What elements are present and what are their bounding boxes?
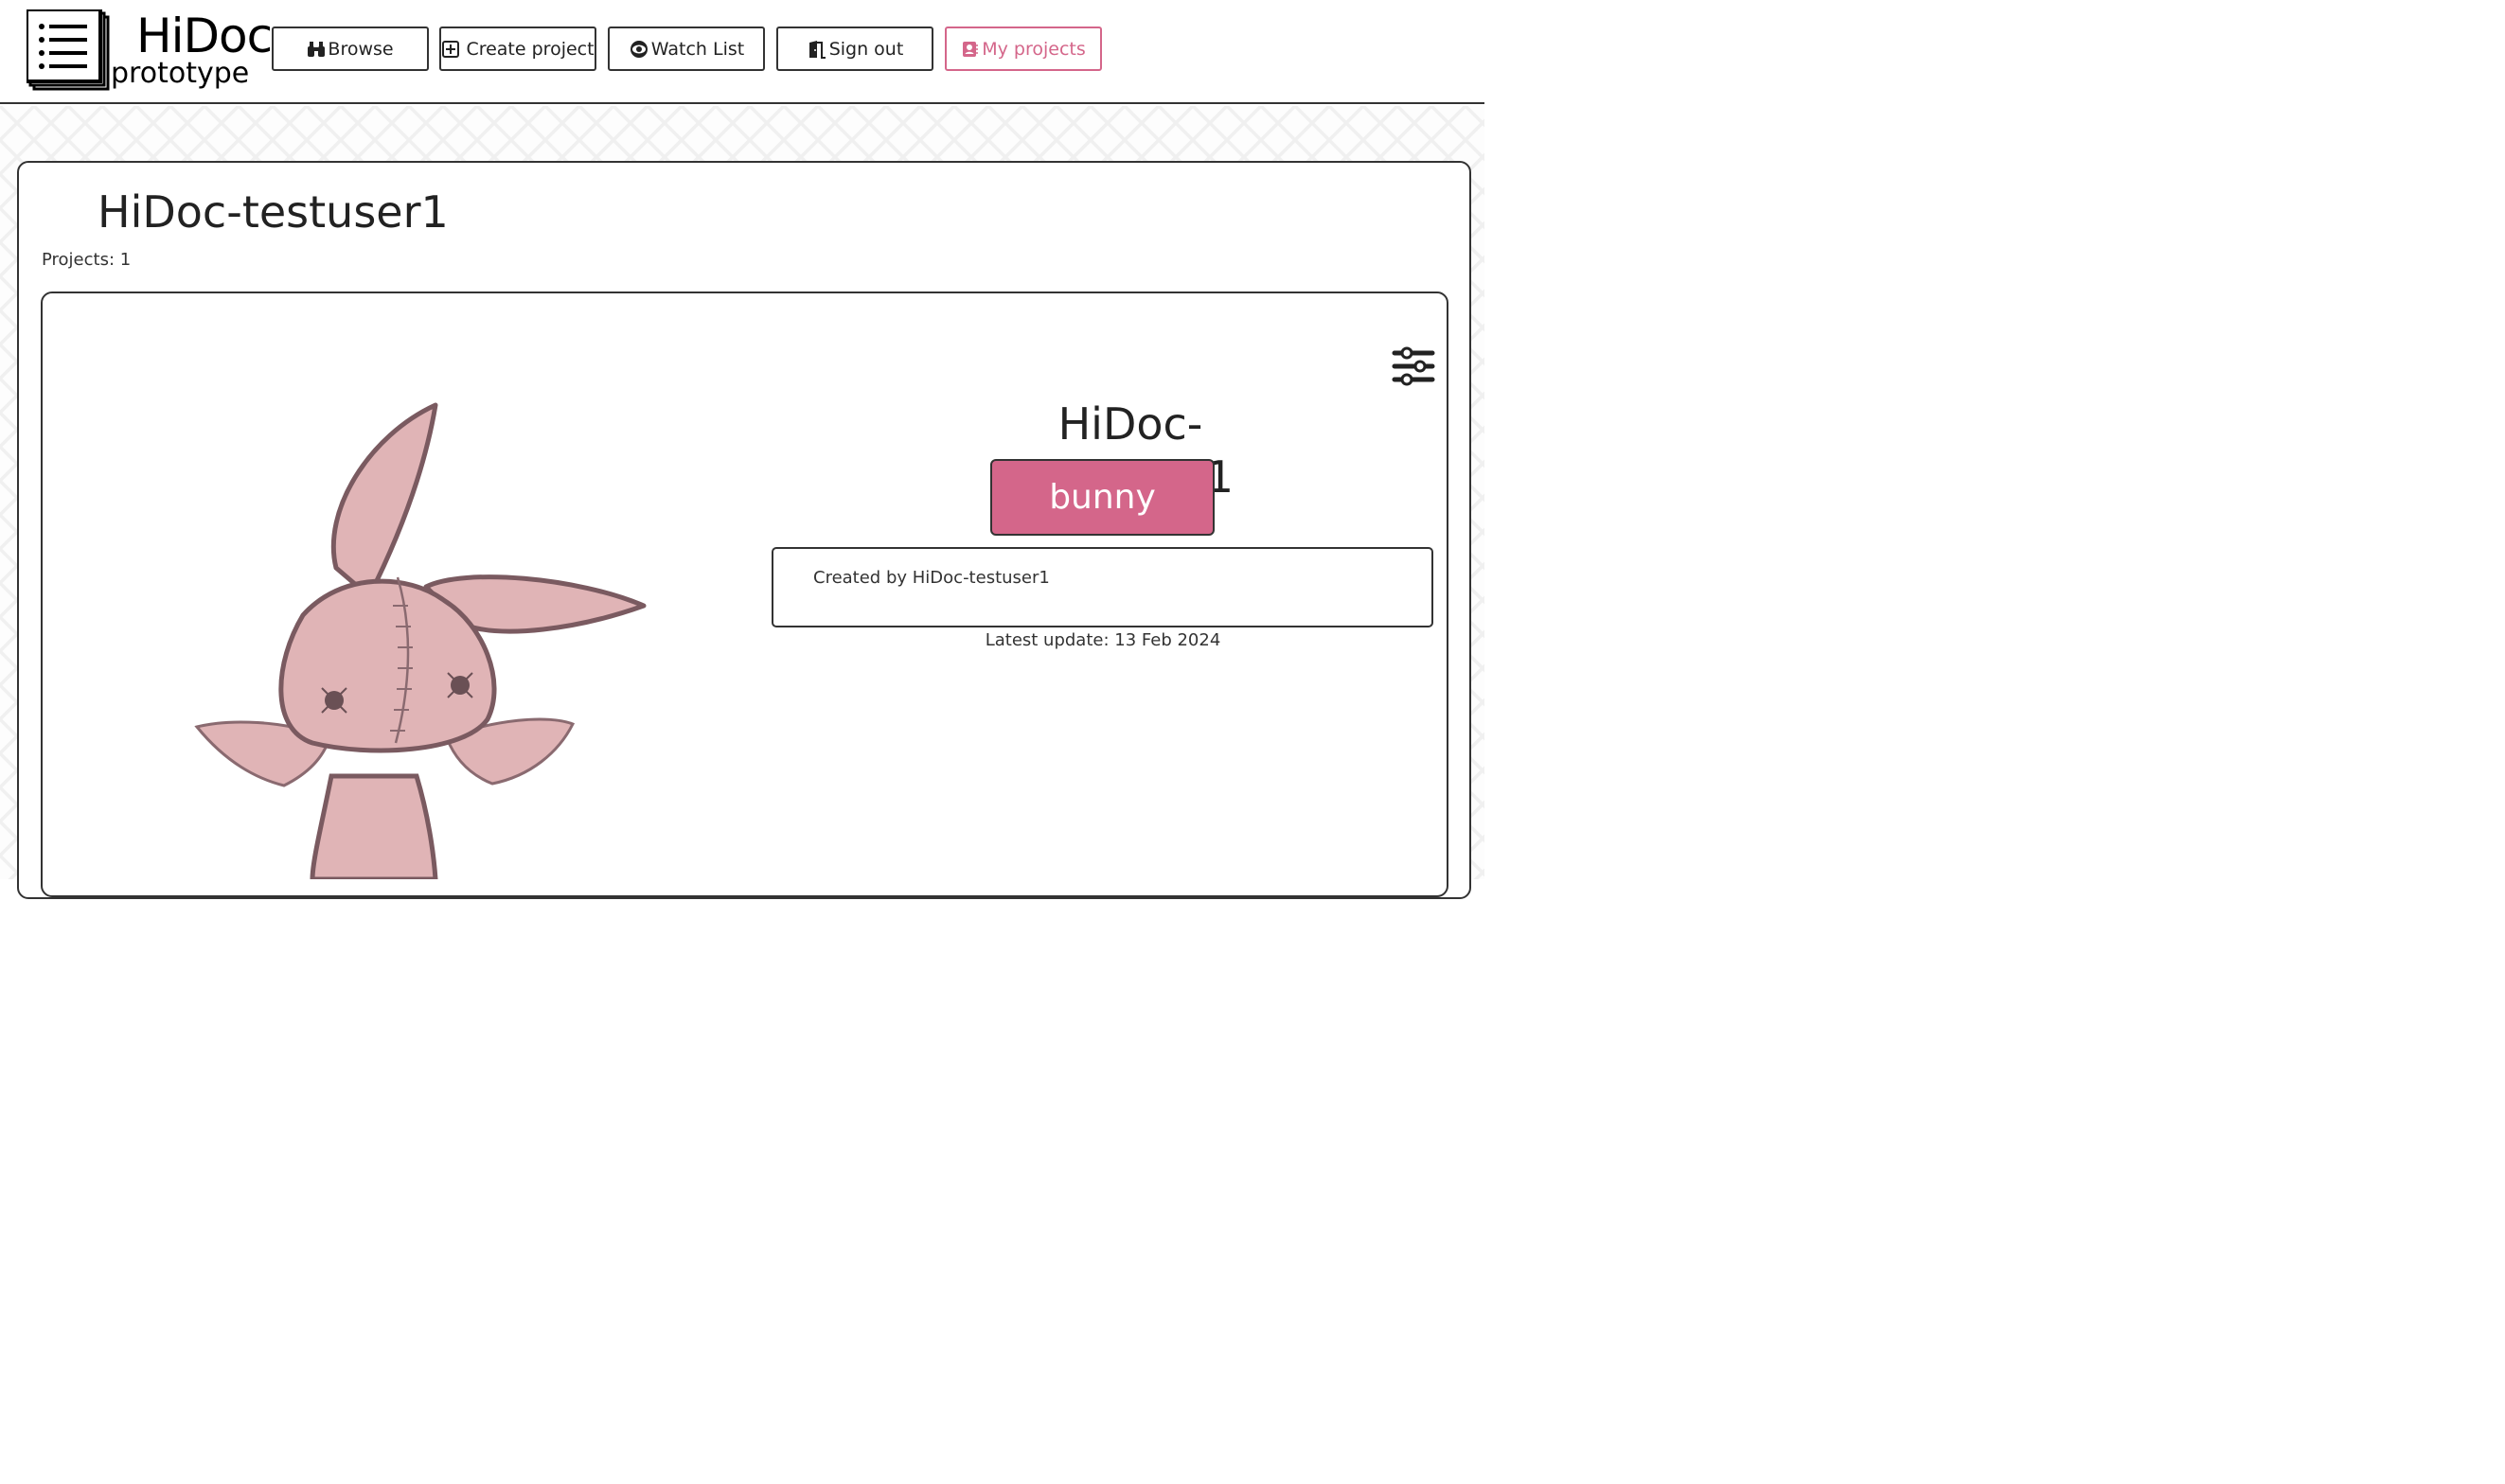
project-tag-button[interactable]: bunny (990, 459, 1215, 536)
plus-square-icon (442, 40, 460, 58)
user-contact-icon (963, 41, 978, 57)
create-project-label: Create project (466, 38, 595, 60)
sign-out-label: Sign out (828, 38, 904, 60)
project-description-box: Created by HiDoc-testuser1 (772, 547, 1433, 627)
logo-title: HiDoc (136, 9, 273, 63)
latest-update: Latest update: 13 Feb 2024 (985, 630, 1221, 650)
my-projects-label: My projects (982, 38, 1086, 60)
browse-label: Browse (328, 38, 394, 60)
watch-list-button[interactable]: Watch List (608, 26, 765, 71)
watch-list-label: Watch List (650, 38, 745, 60)
binoculars-icon (308, 41, 326, 57)
bunny-project-image[interactable] (180, 379, 653, 879)
create-project-button[interactable]: Create project (439, 26, 596, 71)
eye-icon (630, 40, 648, 58)
logo-subtitle: prototype (111, 57, 250, 90)
my-projects-button[interactable]: My projects (945, 26, 1102, 71)
document-list-icon (27, 9, 110, 91)
projects-count: Projects: 1 (42, 250, 132, 270)
top-header: HiDoc prototype Browse Create project Wa… (0, 0, 1484, 104)
page-title: HiDoc-testuser1 (98, 186, 449, 238)
sliders-settings-icon[interactable] (1392, 346, 1435, 386)
sign-out-button[interactable]: Sign out (776, 26, 933, 71)
browse-button[interactable]: Browse (272, 26, 429, 71)
door-exit-icon (808, 40, 826, 59)
project-description: Created by HiDoc-testuser1 (813, 568, 1050, 588)
hidoc-logo[interactable]: HiDoc prototype (27, 9, 273, 93)
